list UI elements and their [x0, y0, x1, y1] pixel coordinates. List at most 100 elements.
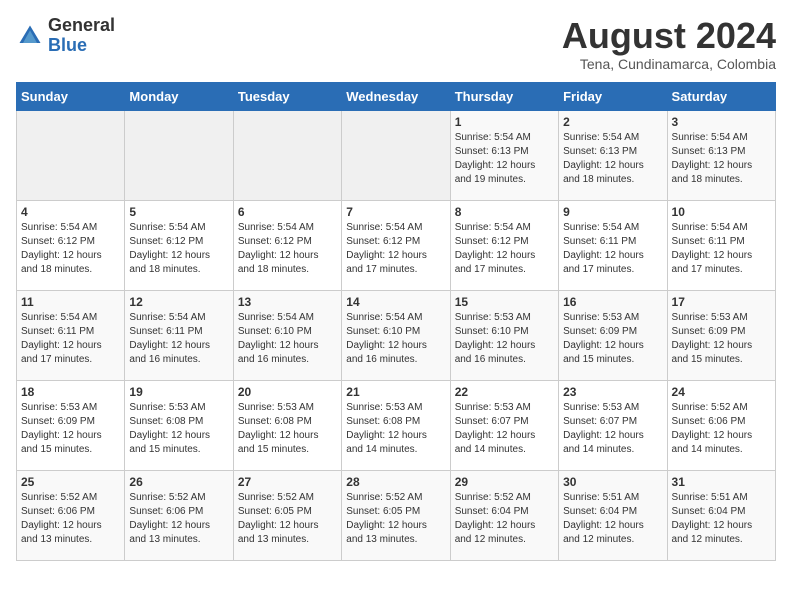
day-number: 19 — [129, 385, 228, 399]
calendar-table: Sunday Monday Tuesday Wednesday Thursday… — [16, 82, 776, 561]
day-info: Sunrise: 5:54 AM Sunset: 6:11 PM Dayligh… — [129, 311, 228, 367]
day-info: Sunrise: 5:54 AM Sunset: 6:12 PM Dayligh… — [238, 221, 337, 277]
day-number: 20 — [238, 385, 337, 399]
calendar-cell: 31 Sunrise: 5:51 AM Sunset: 6:04 PM Dayli… — [667, 470, 775, 560]
day-info: Sunrise: 5:52 AM Sunset: 6:06 PM Dayligh… — [129, 491, 228, 547]
logo-blue: Blue — [48, 36, 115, 56]
calendar-cell: 16Sunrise: 5:53 AM Sunset: 6:09 PM Dayli… — [559, 290, 667, 380]
calendar-cell: 25 Sunrise: 5:52 AM Sunset: 6:06 PM Dayli… — [17, 470, 125, 560]
day-info: Sunrise: 5:53 AM Sunset: 6:09 PM Dayligh… — [672, 311, 771, 367]
calendar-cell — [233, 110, 341, 200]
day-info: Sunrise: 5:54 AM Sunset: 6:11 PM Dayligh… — [672, 221, 771, 277]
calendar-cell: 30 Sunrise: 5:51 AM Sunset: 6:04 PM Dayli… — [559, 470, 667, 560]
day-number: 1 — [455, 115, 554, 129]
day-number: 15 — [455, 295, 554, 309]
calendar-cell: 1Sunrise: 5:54 AM Sunset: 6:13 PM Daylig… — [450, 110, 558, 200]
day-number: 9 — [563, 205, 662, 219]
day-number: 25 — [21, 475, 120, 489]
day-info: Sunrise: 5:54 AM Sunset: 6:12 PM Dayligh… — [346, 221, 445, 277]
calendar-cell: 29Sunrise: 5:52 AM Sunset: 6:04 PM Dayli… — [450, 470, 558, 560]
logo-icon — [16, 22, 44, 50]
day-info: Sunrise: 5:52 AM Sunset: 6:04 PM Dayligh… — [455, 491, 554, 547]
col-thursday: Thursday — [450, 82, 558, 110]
day-number: 30 — [563, 475, 662, 489]
day-number: 23 — [563, 385, 662, 399]
day-info: Sunrise: 5:52 AM Sunset: 6:05 PM Dayligh… — [238, 491, 337, 547]
col-tuesday: Tuesday — [233, 82, 341, 110]
calendar-cell: 17 Sunrise: 5:53 AM Sunset: 6:09 PM Dayli… — [667, 290, 775, 380]
calendar-week-3: 11 Sunrise: 5:54 AM Sunset: 6:11 PM Dayli… — [17, 290, 776, 380]
title-section: August 2024 Tena, Cundinamarca, Colombia — [562, 16, 776, 72]
day-number: 11 — [21, 295, 120, 309]
day-number: 7 — [346, 205, 445, 219]
day-info: Sunrise: 5:54 AM Sunset: 6:13 PM Dayligh… — [563, 131, 662, 187]
calendar-cell — [17, 110, 125, 200]
col-saturday: Saturday — [667, 82, 775, 110]
page-header: General Blue August 2024 Tena, Cundinama… — [16, 16, 776, 72]
day-number: 18 — [21, 385, 120, 399]
day-number: 26 — [129, 475, 228, 489]
calendar-cell: 28Sunrise: 5:52 AM Sunset: 6:05 PM Dayli… — [342, 470, 450, 560]
calendar-cell: 14 Sunrise: 5:54 AM Sunset: 6:10 PM Dayli… — [342, 290, 450, 380]
day-number: 21 — [346, 385, 445, 399]
day-number: 5 — [129, 205, 228, 219]
calendar-cell: 24 Sunrise: 5:52 AM Sunset: 6:06 PM Dayli… — [667, 380, 775, 470]
calendar-cell: 4 Sunrise: 5:54 AM Sunset: 6:12 PM Daylig… — [17, 200, 125, 290]
logo-general: General — [48, 16, 115, 36]
calendar-cell: 9 Sunrise: 5:54 AM Sunset: 6:11 PM Daylig… — [559, 200, 667, 290]
day-number: 14 — [346, 295, 445, 309]
day-number: 27 — [238, 475, 337, 489]
calendar-cell: 22 Sunrise: 5:53 AM Sunset: 6:07 PM Dayli… — [450, 380, 558, 470]
day-info: Sunrise: 5:53 AM Sunset: 6:07 PM Dayligh… — [563, 401, 662, 457]
day-info: Sunrise: 5:52 AM Sunset: 6:06 PM Dayligh… — [672, 401, 771, 457]
header-row: Sunday Monday Tuesday Wednesday Thursday… — [17, 82, 776, 110]
day-number: 4 — [21, 205, 120, 219]
calendar-cell: 13 Sunrise: 5:54 AM Sunset: 6:10 PM Dayli… — [233, 290, 341, 380]
calendar-cell: 23 Sunrise: 5:53 AM Sunset: 6:07 PM Dayli… — [559, 380, 667, 470]
calendar-cell: 5 Sunrise: 5:54 AM Sunset: 6:12 PM Daylig… — [125, 200, 233, 290]
col-sunday: Sunday — [17, 82, 125, 110]
day-info: Sunrise: 5:51 AM Sunset: 6:04 PM Dayligh… — [563, 491, 662, 547]
day-number: 10 — [672, 205, 771, 219]
day-info: Sunrise: 5:54 AM Sunset: 6:13 PM Dayligh… — [672, 131, 771, 187]
day-info: Sunrise: 5:53 AM Sunset: 6:09 PM Dayligh… — [563, 311, 662, 367]
day-number: 22 — [455, 385, 554, 399]
calendar-cell: 2Sunrise: 5:54 AM Sunset: 6:13 PM Daylig… — [559, 110, 667, 200]
calendar-cell: 18 Sunrise: 5:53 AM Sunset: 6:09 PM Dayli… — [17, 380, 125, 470]
day-info: Sunrise: 5:54 AM Sunset: 6:11 PM Dayligh… — [21, 311, 120, 367]
day-info: Sunrise: 5:53 AM Sunset: 6:08 PM Dayligh… — [129, 401, 228, 457]
col-monday: Monday — [125, 82, 233, 110]
day-info: Sunrise: 5:53 AM Sunset: 6:09 PM Dayligh… — [21, 401, 120, 457]
day-info: Sunrise: 5:54 AM Sunset: 6:10 PM Dayligh… — [346, 311, 445, 367]
day-number: 31 — [672, 475, 771, 489]
calendar-cell: 7 Sunrise: 5:54 AM Sunset: 6:12 PM Daylig… — [342, 200, 450, 290]
day-info: Sunrise: 5:53 AM Sunset: 6:07 PM Dayligh… — [455, 401, 554, 457]
day-info: Sunrise: 5:53 AM Sunset: 6:08 PM Dayligh… — [238, 401, 337, 457]
day-info: Sunrise: 5:54 AM Sunset: 6:10 PM Dayligh… — [238, 311, 337, 367]
day-number: 13 — [238, 295, 337, 309]
day-info: Sunrise: 5:52 AM Sunset: 6:06 PM Dayligh… — [21, 491, 120, 547]
calendar-week-4: 18 Sunrise: 5:53 AM Sunset: 6:09 PM Dayli… — [17, 380, 776, 470]
day-info: Sunrise: 5:53 AM Sunset: 6:08 PM Dayligh… — [346, 401, 445, 457]
calendar-header: Sunday Monday Tuesday Wednesday Thursday… — [17, 82, 776, 110]
day-info: Sunrise: 5:54 AM Sunset: 6:12 PM Dayligh… — [129, 221, 228, 277]
main-title: August 2024 — [562, 16, 776, 56]
calendar-cell: 12Sunrise: 5:54 AM Sunset: 6:11 PM Dayli… — [125, 290, 233, 380]
logo-text: General Blue — [48, 16, 115, 56]
calendar-cell: 11 Sunrise: 5:54 AM Sunset: 6:11 PM Dayli… — [17, 290, 125, 380]
day-info: Sunrise: 5:54 AM Sunset: 6:11 PM Dayligh… — [563, 221, 662, 277]
day-info: Sunrise: 5:54 AM Sunset: 6:12 PM Dayligh… — [21, 221, 120, 277]
col-wednesday: Wednesday — [342, 82, 450, 110]
calendar-cell — [125, 110, 233, 200]
day-number: 8 — [455, 205, 554, 219]
calendar-cell: 8Sunrise: 5:54 AM Sunset: 6:12 PM Daylig… — [450, 200, 558, 290]
day-info: Sunrise: 5:51 AM Sunset: 6:04 PM Dayligh… — [672, 491, 771, 547]
subtitle: Tena, Cundinamarca, Colombia — [562, 56, 776, 72]
day-number: 3 — [672, 115, 771, 129]
calendar-cell: 27 Sunrise: 5:52 AM Sunset: 6:05 PM Dayli… — [233, 470, 341, 560]
day-info: Sunrise: 5:52 AM Sunset: 6:05 PM Dayligh… — [346, 491, 445, 547]
day-number: 17 — [672, 295, 771, 309]
day-number: 24 — [672, 385, 771, 399]
calendar-cell: 10 Sunrise: 5:54 AM Sunset: 6:11 PM Dayli… — [667, 200, 775, 290]
day-info: Sunrise: 5:53 AM Sunset: 6:10 PM Dayligh… — [455, 311, 554, 367]
